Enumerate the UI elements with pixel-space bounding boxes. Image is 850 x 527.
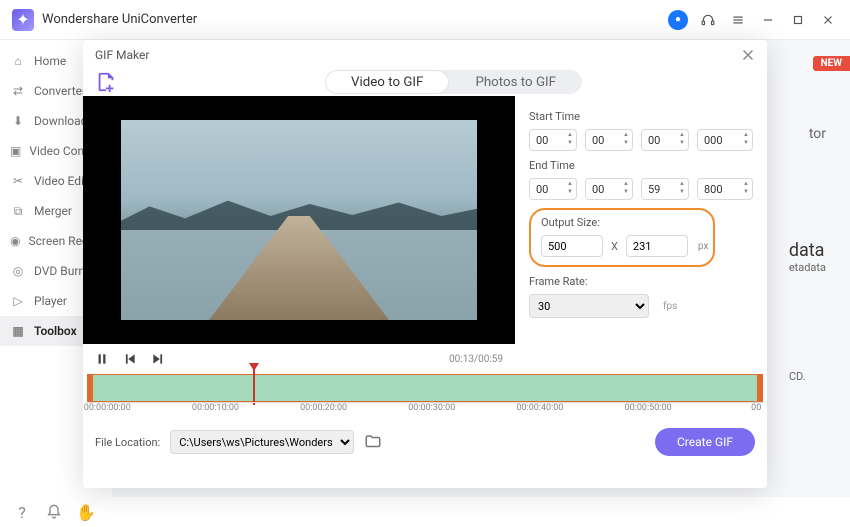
next-frame-icon[interactable]: [151, 352, 165, 366]
spin-down-icon[interactable]: ▼: [565, 140, 575, 148]
background-text: tor data etadata CD.: [789, 206, 826, 383]
close-window-icon[interactable]: [818, 10, 838, 30]
record-icon: ◉: [10, 233, 20, 249]
prev-frame-icon[interactable]: [123, 352, 137, 366]
framerate-label: Frame Rate:: [529, 275, 753, 288]
sidebar-item-label: Converter: [34, 84, 86, 98]
feedback-icon[interactable]: ✋: [78, 504, 94, 520]
spin-down-icon[interactable]: ▼: [741, 189, 751, 197]
merge-icon: ⧉: [10, 203, 26, 219]
compress-icon: ▣: [10, 143, 21, 159]
convert-icon: ⇄: [10, 83, 26, 99]
ruler-tick: 00:00:20:00: [300, 403, 347, 413]
ruler-tick: 00:00:30:00: [408, 403, 455, 413]
output-size-group: Output Size: X px: [529, 208, 715, 267]
sidebar-item-label: Player: [34, 294, 67, 308]
ruler-tick: 00: [751, 403, 761, 413]
folder-icon[interactable]: [364, 433, 382, 451]
tab-photos-to-gif[interactable]: Photos to GIF: [449, 70, 582, 94]
output-width-input[interactable]: [541, 235, 603, 257]
video-preview[interactable]: [83, 96, 515, 344]
modal-title: GIF Maker: [95, 48, 739, 62]
account-avatar-icon[interactable]: ●: [668, 10, 688, 30]
minimize-icon[interactable]: [758, 10, 778, 30]
output-height-input[interactable]: [626, 235, 688, 257]
app-title: Wondershare UniConverter: [42, 12, 197, 27]
download-icon: ⬇: [10, 113, 26, 129]
menu-icon[interactable]: [728, 10, 748, 30]
spin-down-icon[interactable]: ▼: [677, 140, 687, 148]
framerate-select[interactable]: 30: [529, 294, 649, 318]
time-display: 00:13/00:59: [449, 354, 503, 365]
start-time-label: Start Time: [529, 110, 753, 123]
pause-icon[interactable]: [95, 352, 109, 366]
new-badge: NEW: [813, 56, 850, 71]
px-unit: px: [698, 241, 709, 252]
add-file-icon[interactable]: [95, 71, 117, 93]
close-icon[interactable]: [739, 46, 757, 64]
spin-down-icon[interactable]: ▼: [565, 189, 575, 197]
grid-icon: ▦: [10, 323, 26, 339]
app-logo: ✦: [12, 9, 34, 31]
sidebar-item-label: Merger: [34, 204, 72, 218]
help-icon[interactable]: ?: [14, 504, 30, 520]
play-icon: ▷: [10, 293, 26, 309]
ruler-tick: 00:00:10:00: [192, 403, 239, 413]
gif-maker-modal: GIF Maker Video to GIF Photos to GIF 00:…: [83, 40, 767, 488]
dimension-separator: X: [611, 240, 618, 253]
ruler-tick: 00:00:00:00: [84, 403, 131, 413]
timeline-ruler: 00:00:00:00 00:00:10:00 00:00:20:00 00:0…: [87, 402, 763, 422]
headset-icon[interactable]: [698, 10, 718, 30]
home-icon: ⌂: [10, 53, 26, 69]
maximize-icon[interactable]: [788, 10, 808, 30]
playhead[interactable]: [253, 367, 255, 405]
spin-down-icon[interactable]: ▼: [621, 189, 631, 197]
scissors-icon: ✂: [10, 173, 26, 189]
ruler-tick: 00:00:50:00: [625, 403, 672, 413]
disc-icon: ◎: [10, 263, 26, 279]
sidebar-item-label: Home: [34, 54, 66, 68]
tab-video-to-gif[interactable]: Video to GIF: [325, 70, 449, 94]
output-size-label: Output Size:: [541, 216, 703, 229]
sidebar-item-label: Toolbox: [34, 324, 77, 338]
create-gif-button[interactable]: Create GIF: [655, 428, 755, 456]
bell-icon[interactable]: [46, 504, 62, 520]
timeline-track[interactable]: [87, 374, 763, 402]
file-location-label: File Location:: [95, 436, 160, 449]
spin-down-icon[interactable]: ▼: [621, 140, 631, 148]
spin-down-icon[interactable]: ▼: [677, 189, 687, 197]
end-time-label: End Time: [529, 159, 753, 172]
fps-unit: fps: [663, 301, 677, 312]
ruler-tick: 00:00:40:00: [516, 403, 563, 413]
mode-tabs: Video to GIF Photos to GIF: [325, 70, 582, 94]
spin-down-icon[interactable]: ▼: [741, 140, 751, 148]
file-location-select[interactable]: C:\Users\ws\Pictures\Wonders: [170, 430, 354, 454]
